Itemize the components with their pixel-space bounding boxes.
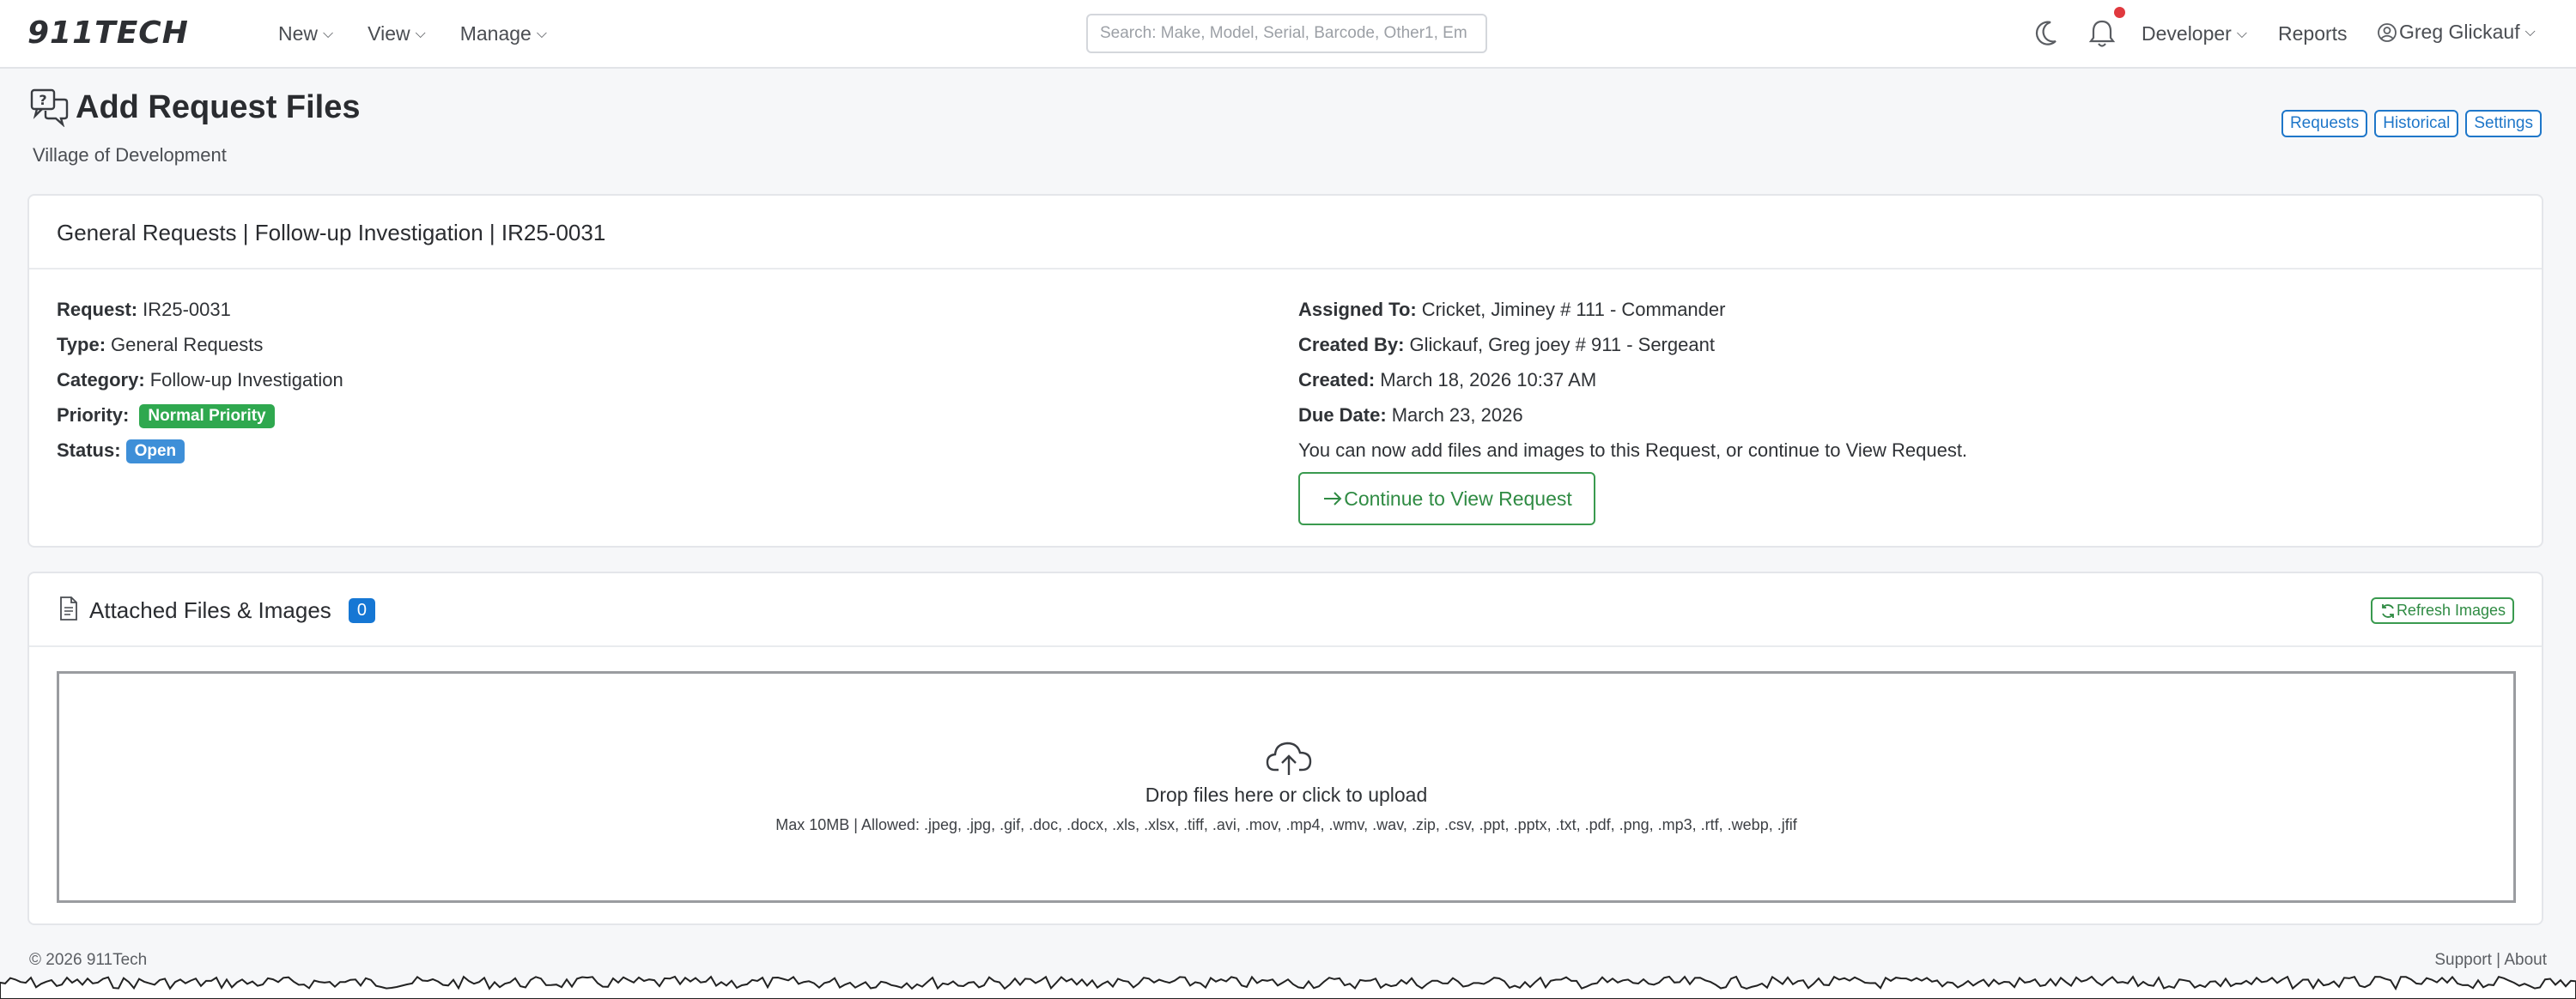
- menu-developer-label: Developer: [2142, 22, 2232, 45]
- request-id-label: Request:: [57, 299, 138, 320]
- request-status-row: Status: Open: [57, 439, 343, 475]
- notification-bell-icon[interactable]: [2087, 17, 2117, 50]
- request-id-row: Request: IR25-0031: [57, 299, 343, 334]
- file-text-icon: [60, 596, 77, 621]
- menu-view-label: View: [368, 22, 410, 45]
- request-priority-label: Priority:: [57, 404, 130, 426]
- main-menu: New ⌵ View ⌵ Manage ⌵: [278, 22, 581, 45]
- request-id-value: IR25-0031: [143, 299, 231, 320]
- priority-badge: Normal Priority: [139, 404, 275, 428]
- chevron-down-icon: ⌵: [323, 26, 334, 41]
- about-link[interactable]: About: [2504, 951, 2547, 969]
- status-badge: Open: [125, 439, 185, 463]
- page-subtitle: Village of Development: [33, 144, 227, 166]
- assigned-to-row: Assigned To: Cricket, Jiminey # 111 - Co…: [1298, 299, 1967, 334]
- chevron-down-icon: ⌵: [2236, 26, 2247, 41]
- created-label: Created:: [1298, 369, 1376, 391]
- refresh-images-button[interactable]: Refresh Images: [2370, 597, 2514, 624]
- refresh-icon: [2382, 603, 2394, 618]
- file-dropzone[interactable]: Drop files here or click to upload Max 1…: [57, 671, 2516, 903]
- chevron-down-icon: ⌵: [415, 26, 426, 41]
- request-category-row: Category: Follow-up Investigation: [57, 369, 343, 404]
- menu-new-label: New: [278, 22, 319, 45]
- request-category-value: Follow-up Investigation: [149, 369, 343, 391]
- menu-view[interactable]: View ⌵: [368, 22, 426, 45]
- page-title: Add Request Files: [76, 89, 361, 125]
- request-details-left: Request: IR25-0031 Type: General Request…: [57, 299, 343, 475]
- menu-manage[interactable]: Manage ⌵: [460, 22, 547, 45]
- due-date-value: March 23, 2026: [1391, 404, 1523, 426]
- menu-new[interactable]: New ⌵: [278, 22, 333, 45]
- dropzone-allowed-types: Max 10MB | Allowed: .jpeg, .jpg, .gif, .…: [775, 816, 1797, 833]
- assigned-to-label: Assigned To:: [1298, 299, 1417, 320]
- dark-mode-moon-icon[interactable]: [2033, 19, 2059, 48]
- created-by-label: Created By:: [1298, 334, 1405, 355]
- assigned-to-value: Cricket, Jiminey # 111 - Commander: [1421, 299, 1726, 320]
- app-logo[interactable]: 911TECH: [27, 15, 189, 51]
- dropzone-instruction: Drop files here or click to upload: [1145, 784, 1428, 806]
- request-type-row: Type: General Requests: [57, 334, 343, 369]
- footer-copyright: © 2026 911Tech: [29, 951, 148, 969]
- settings-button[interactable]: Settings: [2465, 110, 2542, 137]
- info-note: You can now add files and images to this…: [1298, 439, 1968, 461]
- due-date-row: Due Date: March 23, 2026: [1298, 404, 1967, 439]
- files-card-header: Attached Files & Images 0 Refresh Images: [29, 573, 2542, 647]
- request-priority-row: Priority: Normal Priority: [57, 404, 343, 439]
- chevron-down-icon: ⌵: [2524, 24, 2536, 39]
- menu-reports[interactable]: Reports: [2278, 22, 2348, 45]
- files-card-title-wrap: Attached Files & Images 0: [89, 597, 375, 624]
- request-details-card: General Requests | Follow-up Investigati…: [27, 194, 2543, 548]
- due-date-label: Due Date:: [1298, 404, 1387, 426]
- files-card-title: Attached Files & Images: [89, 597, 331, 623]
- cloud-upload-icon: [1266, 742, 1312, 775]
- refresh-images-label: Refresh Images: [2396, 602, 2506, 619]
- request-card-title: General Requests | Follow-up Investigati…: [57, 220, 606, 245]
- user-name: Greg Glickauf: [2399, 21, 2520, 43]
- question-chat-icon: ?: [30, 88, 69, 127]
- chevron-down-icon: ⌵: [536, 26, 547, 41]
- menu-developer[interactable]: Developer ⌵: [2142, 22, 2247, 45]
- created-value: March 18, 2026 10:37 AM: [1380, 369, 1597, 391]
- footer-links: Support | About: [2434, 951, 2547, 970]
- file-count-badge: 0: [348, 598, 375, 623]
- svg-text:?: ?: [39, 92, 46, 108]
- top-navbar: 911TECH New ⌵ View ⌵ Manage ⌵ Developer …: [0, 0, 2576, 69]
- historical-button[interactable]: Historical: [2374, 110, 2459, 137]
- arrow-right-icon: [1324, 492, 1342, 506]
- page-action-buttons: Requests Historical Settings: [2281, 110, 2542, 137]
- created-row: Created: March 18, 2026 10:37 AM: [1298, 369, 1967, 404]
- user-menu[interactable]: Greg Glickauf ⌵: [2377, 21, 2536, 44]
- support-link[interactable]: Support: [2434, 951, 2492, 969]
- request-card-header: General Requests | Follow-up Investigati…: [29, 196, 2542, 269]
- requests-button[interactable]: Requests: [2281, 110, 2368, 137]
- created-by-value: Glickauf, Greg joey # 911 - Sergeant: [1409, 334, 1715, 355]
- footer-separator: |: [2496, 951, 2501, 969]
- search-input[interactable]: [1086, 14, 1487, 53]
- request-status-label: Status:: [57, 439, 121, 461]
- continue-button-label: Continue to View Request: [1344, 487, 1572, 510]
- request-type-value: General Requests: [111, 334, 264, 355]
- attached-files-card: Attached Files & Images 0 Refresh Images…: [27, 572, 2543, 925]
- user-circle-icon: [2378, 22, 2397, 42]
- torn-edge-decoration: [0, 975, 2576, 999]
- continue-to-view-request-button[interactable]: Continue to View Request: [1298, 472, 1595, 525]
- request-details-right: Assigned To: Cricket, Jiminey # 111 - Co…: [1298, 299, 1967, 475]
- menu-manage-label: Manage: [459, 22, 532, 45]
- created-by-row: Created By: Glickauf, Greg joey # 911 - …: [1298, 334, 1967, 369]
- request-type-label: Type:: [57, 334, 106, 355]
- notification-dot: [2114, 7, 2125, 18]
- request-category-label: Category:: [57, 369, 145, 391]
